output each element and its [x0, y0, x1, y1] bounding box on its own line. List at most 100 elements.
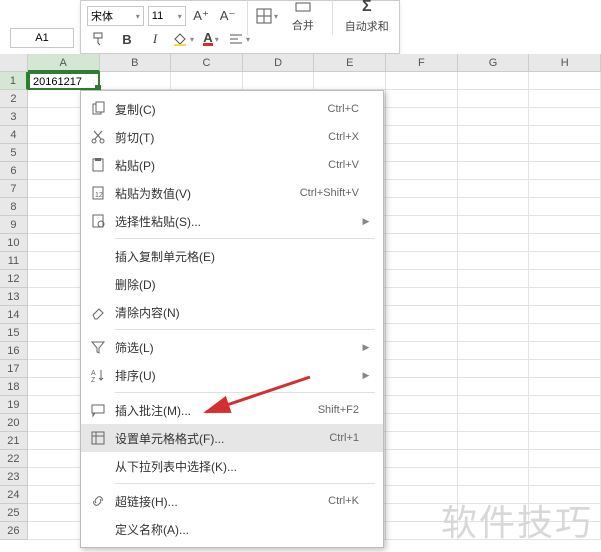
bold-button[interactable]: B: [115, 28, 139, 50]
row-header[interactable]: 25: [0, 504, 28, 522]
cell[interactable]: [458, 342, 530, 360]
menu-item-paste-spec[interactable]: 选择性粘贴(S)...▶: [81, 207, 383, 235]
cell[interactable]: [386, 72, 458, 90]
cell[interactable]: [386, 306, 458, 324]
cell[interactable]: [529, 180, 601, 198]
row-header[interactable]: 23: [0, 468, 28, 486]
row-header[interactable]: 26: [0, 522, 28, 540]
row-header[interactable]: 14: [0, 306, 28, 324]
cell[interactable]: [529, 288, 601, 306]
menu-item-paste-val[interactable]: 12粘贴为数值(V)Ctrl+Shift+V: [81, 179, 383, 207]
cell[interactable]: [386, 216, 458, 234]
column-header[interactable]: B: [100, 54, 172, 72]
cell[interactable]: [529, 360, 601, 378]
cell[interactable]: [458, 144, 530, 162]
menu-item-format[interactable]: 设置单元格格式(F)...Ctrl+1: [81, 424, 383, 452]
cell[interactable]: [529, 270, 601, 288]
row-header[interactable]: 12: [0, 270, 28, 288]
cell[interactable]: [458, 378, 530, 396]
menu-item-cut[interactable]: 剪切(T)Ctrl+X: [81, 123, 383, 151]
column-header[interactable]: D: [243, 54, 315, 72]
name-box[interactable]: A1: [10, 28, 74, 48]
menu-item-sort[interactable]: AZ排序(U)▶: [81, 361, 383, 389]
row-header[interactable]: 4: [0, 126, 28, 144]
cell[interactable]: [458, 432, 530, 450]
format-painter-button[interactable]: [87, 28, 111, 50]
cell[interactable]: [529, 108, 601, 126]
row-header[interactable]: 6: [0, 162, 28, 180]
cell[interactable]: [458, 450, 530, 468]
cell[interactable]: [529, 342, 601, 360]
cell[interactable]: [386, 252, 458, 270]
font-color-button[interactable]: A▾: [199, 28, 223, 50]
decrease-font-button[interactable]: A⁻: [216, 5, 239, 27]
cell[interactable]: [386, 126, 458, 144]
row-header[interactable]: 16: [0, 342, 28, 360]
row-header[interactable]: 5: [0, 144, 28, 162]
cell[interactable]: [386, 360, 458, 378]
row-header[interactable]: 24: [0, 486, 28, 504]
cell[interactable]: [100, 72, 172, 90]
row-header[interactable]: 7: [0, 180, 28, 198]
cell[interactable]: [529, 432, 601, 450]
row-header[interactable]: 15: [0, 324, 28, 342]
menu-item-paste[interactable]: 粘贴(P)Ctrl+V: [81, 151, 383, 179]
cell[interactable]: [529, 306, 601, 324]
cell[interactable]: [529, 216, 601, 234]
cell[interactable]: [386, 234, 458, 252]
cell[interactable]: [458, 396, 530, 414]
cell[interactable]: [386, 198, 458, 216]
cell[interactable]: [386, 396, 458, 414]
cell[interactable]: [529, 396, 601, 414]
cell[interactable]: [458, 108, 530, 126]
cell[interactable]: [458, 468, 530, 486]
row-header[interactable]: 19: [0, 396, 28, 414]
cell[interactable]: [458, 72, 530, 90]
font-name-dropdown[interactable]: 宋体▾: [87, 6, 144, 26]
column-header[interactable]: E: [314, 54, 386, 72]
cell[interactable]: [458, 324, 530, 342]
cell[interactable]: [458, 252, 530, 270]
cell[interactable]: [171, 72, 243, 90]
column-header[interactable]: C: [171, 54, 243, 72]
column-header[interactable]: A: [28, 54, 100, 72]
active-cell[interactable]: 20161217: [28, 72, 100, 90]
cell[interactable]: [458, 234, 530, 252]
row-header[interactable]: 11: [0, 252, 28, 270]
cell[interactable]: [386, 180, 458, 198]
cell[interactable]: [386, 468, 458, 486]
menu-item-hyperlink[interactable]: 超链接(H)...Ctrl+K: [81, 487, 383, 515]
menu-item-copy[interactable]: 复制(C)Ctrl+C: [81, 95, 383, 123]
cell[interactable]: [529, 90, 601, 108]
row-header[interactable]: 20: [0, 414, 28, 432]
cell[interactable]: [458, 90, 530, 108]
cell[interactable]: [458, 180, 530, 198]
cell[interactable]: [386, 432, 458, 450]
cell[interactable]: [529, 126, 601, 144]
menu-item-clear[interactable]: 清除内容(N): [81, 298, 383, 326]
increase-font-button[interactable]: A⁺: [190, 5, 213, 27]
cell[interactable]: [529, 72, 601, 90]
row-header[interactable]: 13: [0, 288, 28, 306]
menu-item-delete[interactable]: 删除(D): [81, 270, 383, 298]
cell[interactable]: [529, 162, 601, 180]
cell[interactable]: [529, 234, 601, 252]
cell[interactable]: [386, 144, 458, 162]
menu-item-def-name[interactable]: 定义名称(A)...: [81, 515, 383, 543]
cell[interactable]: [529, 378, 601, 396]
cell[interactable]: [529, 324, 601, 342]
menu-item-comment[interactable]: 插入批注(M)...Shift+F2: [81, 396, 383, 424]
border-button[interactable]: ▾: [256, 5, 279, 27]
row-header[interactable]: 18: [0, 378, 28, 396]
cell[interactable]: [386, 378, 458, 396]
cell[interactable]: [458, 198, 530, 216]
menu-item-ins-copied[interactable]: 插入复制单元格(E): [81, 242, 383, 270]
row-header[interactable]: 17: [0, 360, 28, 378]
cell[interactable]: [386, 162, 458, 180]
menu-item-filter[interactable]: 筛选(L)▶: [81, 333, 383, 361]
cell[interactable]: [386, 270, 458, 288]
cell[interactable]: [529, 144, 601, 162]
cell[interactable]: [458, 360, 530, 378]
cell[interactable]: [243, 72, 315, 90]
select-all-corner[interactable]: [0, 54, 28, 72]
